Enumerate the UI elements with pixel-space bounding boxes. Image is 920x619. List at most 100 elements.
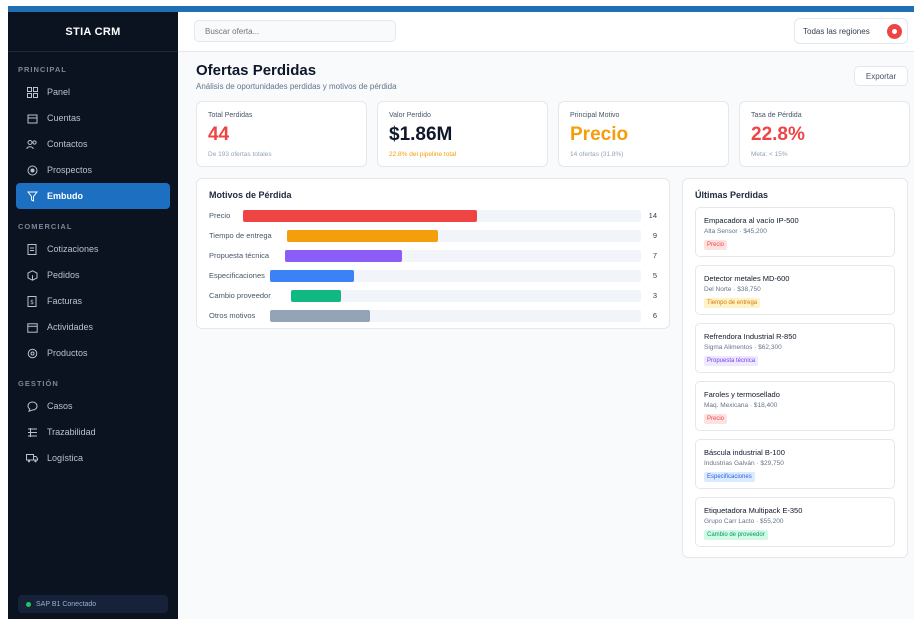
- loss-reasons-panel: Motivos de Pérdida Precio 14 Tiempo de ent…: [196, 178, 670, 329]
- kpi-value: Precio: [570, 124, 629, 145]
- package-icon: [25, 346, 39, 360]
- bar[interactable]: [285, 250, 403, 262]
- loss-reason-badge: Cambio de proveedor: [704, 530, 768, 540]
- loss-item-name: Báscula industrial B-100: [704, 448, 785, 457]
- loss-item-meta: Grupo Carr Lacto · $55,200: [704, 518, 784, 525]
- list-item[interactable]: Etiquetadora Multipack E-350 Grupo Carr L…: [695, 497, 895, 547]
- sidebar-item-label: Panel: [47, 87, 71, 97]
- list-item[interactable]: Refrendora Industrial R-850 Sigma Aliment…: [695, 323, 895, 373]
- kpi-label: Valor Perdido: [389, 112, 431, 119]
- sidebar-item-label: Logística: [47, 453, 84, 463]
- sidebar-item-cuentas[interactable]: Cuentas: [16, 105, 170, 131]
- brand-logo[interactable]: STIA CRM: [8, 12, 178, 52]
- loss-reasons-title: Motivos de Pérdida: [209, 190, 292, 200]
- sidebar-item-logistica[interactable]: Logística: [16, 445, 170, 471]
- bar[interactable]: [270, 310, 371, 322]
- sidebar-item-label: Embudo: [47, 191, 83, 201]
- notification-icon[interactable]: [887, 24, 902, 39]
- sidebar-item-panel[interactable]: Panel: [16, 79, 170, 105]
- bar[interactable]: [291, 290, 342, 302]
- kpi-footnote: 14 ofertas (31.8%): [570, 151, 624, 158]
- list-item[interactable]: Báscula industrial B-100 Industrias Galvá…: [695, 439, 895, 489]
- search-input[interactable]: [194, 20, 396, 42]
- kpi-card-principal-motivo: Principal Motivo Precio 14 ofertas (31.8…: [558, 101, 729, 167]
- sidebar-item-label: Facturas: [47, 296, 83, 306]
- region-selector-label: Todas las regiones: [803, 26, 870, 36]
- loss-reason-badge: Especificaciones: [704, 472, 755, 482]
- bar-row: Especificaciones 5: [209, 269, 657, 283]
- funnel-icon: [25, 189, 39, 203]
- loss-item-name: Faroles y termosellado: [704, 390, 780, 399]
- truck-icon: [25, 451, 39, 465]
- sidebar-item-contactos[interactable]: Contactos: [16, 131, 170, 157]
- bar-label: Otros motivos: [209, 311, 256, 320]
- svg-text:$: $: [30, 299, 34, 306]
- bar-value-label: 6: [652, 311, 657, 320]
- kpi-card-valor-perdido: Valor Perdido $1.86M 22.8% del pipeline …: [377, 101, 548, 167]
- sidebar-item-label: Prospectos: [47, 165, 93, 175]
- sidebar-item-productos[interactable]: Productos: [16, 340, 170, 366]
- kpi-footnote: De 193 ofertas totales: [208, 151, 272, 158]
- list-item[interactable]: Faroles y termosellado Maq. Mexicana · $1…: [695, 381, 895, 431]
- bar-row: Precio 14: [209, 209, 657, 223]
- bar-label: Tiempo de entrega: [209, 231, 272, 240]
- bar[interactable]: [270, 270, 354, 282]
- kpi-label: Total Perdidas: [208, 112, 253, 119]
- loss-item-meta: Industrias Galván · $29,750: [704, 460, 784, 467]
- loss-item-meta: Sigma Alimentos · $62,300: [704, 344, 782, 351]
- kpi-footnote: 22.8% del pipeline total: [389, 151, 457, 158]
- connection-status-label: SAP B1 Conectado: [36, 600, 97, 608]
- export-button[interactable]: Exportar: [854, 66, 908, 86]
- bar-value-label: 3: [652, 291, 657, 300]
- sidebar-item-actividades[interactable]: Actividades: [16, 314, 170, 340]
- section-principal: PRINCIPAL: [18, 65, 67, 74]
- bar-value-label: 9: [652, 231, 657, 240]
- sidebar-item-trazabilidad[interactable]: Trazabilidad: [16, 419, 170, 445]
- bar-row: Propuesta técnica 7: [209, 249, 657, 263]
- recent-losses-panel: Últimas Perdidas Empacadora al vacío IP-…: [682, 178, 908, 558]
- kpi-value: 44: [208, 124, 230, 145]
- loss-item-meta: Alta Sensor · $45,200: [704, 228, 767, 235]
- sidebar-item-pedidos[interactable]: Pedidos: [16, 262, 170, 288]
- bar[interactable]: [287, 230, 438, 242]
- sidebar: STIA CRM PRINCIPAL Panel Cuentas Contact…: [8, 12, 178, 619]
- building-icon: [25, 111, 39, 125]
- bar-value-label: 14: [648, 211, 657, 220]
- calendar-icon: [25, 320, 39, 334]
- loss-reason-badge: Tiempo de entrega: [704, 298, 761, 308]
- bar-label: Precio: [209, 211, 231, 220]
- sidebar-item-label: Contactos: [47, 139, 88, 149]
- loss-item-name: Refrendora Industrial R-850: [704, 332, 797, 341]
- kpi-footnote: Meta: < 15%: [751, 151, 788, 158]
- loss-reason-badge: Precio: [704, 240, 728, 250]
- list-item[interactable]: Detector metales MD-600 Del Norte · $38,7…: [695, 265, 895, 315]
- bar-row: Tiempo de entrega 9: [209, 229, 657, 243]
- sidebar-item-label: Casos: [47, 401, 73, 411]
- sidebar-item-facturas[interactable]: $ Facturas: [16, 288, 170, 314]
- region-selector[interactable]: Todas las regiones: [794, 18, 908, 44]
- bar-label: Especificaciones: [209, 271, 265, 280]
- loss-item-name: Etiquetadora Multipack E-350: [704, 506, 803, 515]
- sidebar-item-label: Cotizaciones: [47, 244, 99, 254]
- sidebar-item-label: Productos: [47, 348, 88, 358]
- loss-reason-badge: Precio: [704, 414, 728, 424]
- sidebar-item-cotizaciones[interactable]: Cotizaciones: [16, 236, 170, 262]
- list-item[interactable]: Empacadora al vacío IP-500 Alta Sensor · …: [695, 207, 895, 257]
- users-icon: [25, 137, 39, 151]
- sidebar-item-label: Cuentas: [47, 113, 81, 123]
- kpi-card-total-perdidas: Total Perdidas 44 De 193 ofertas totales: [196, 101, 367, 167]
- kpi-value: 22.8%: [751, 124, 805, 145]
- bar-track: [270, 310, 641, 322]
- sidebar-item-embudo[interactable]: Embudo: [16, 183, 170, 209]
- document-icon: [25, 242, 39, 256]
- connection-status: SAP B1 Conectado: [18, 595, 168, 613]
- loss-item-meta: Del Norte · $38,750: [704, 286, 761, 293]
- sidebar-item-prospectos[interactable]: Prospectos: [16, 157, 170, 183]
- sidebar-item-label: Actividades: [47, 322, 94, 332]
- bar[interactable]: [243, 210, 478, 222]
- recent-losses-title: Últimas Perdidas: [695, 190, 769, 200]
- top-bar: Todas las regiones: [178, 12, 914, 52]
- grid-icon: [25, 85, 39, 99]
- sidebar-item-casos[interactable]: Casos: [16, 393, 170, 419]
- sidebar-item-label: Trazabilidad: [47, 427, 96, 437]
